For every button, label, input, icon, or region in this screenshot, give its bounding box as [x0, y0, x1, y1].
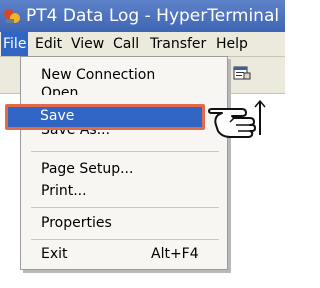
menu-item-save-as[interactable]: Save As... [41, 129, 110, 139]
menu-help[interactable]: Help [214, 32, 250, 56]
menu-item-exit[interactable]: Exit [41, 246, 68, 262]
menu-file[interactable]: File [1, 32, 29, 56]
properties-icon[interactable] [233, 64, 251, 82]
pointing-hand-icon [208, 99, 266, 138]
title-bar: PT4 Data Log - HyperTerminal [0, 0, 285, 32]
menu-item-print[interactable]: Print... [41, 183, 87, 199]
hyperterminal-window: PT4 Data Log - HyperTerminal File Edit V… [0, 0, 285, 288]
menu-item-new-connection[interactable]: New Connection [41, 67, 155, 83]
menu-item-page-setup[interactable]: Page Setup... [41, 161, 133, 177]
save-callout-highlight [5, 104, 205, 130]
menu-bar: File Edit View Call Transfer Help [0, 32, 285, 57]
menu-item-open[interactable]: Open [41, 85, 78, 95]
menu-item-properties[interactable]: Properties [41, 215, 112, 231]
file-menu-dropdown: New Connection Open Save As... Page Setu… [20, 56, 228, 270]
hyperterminal-icon [4, 9, 20, 23]
window-title: PT4 Data Log - HyperTerminal [26, 6, 280, 26]
menu-separator [31, 239, 219, 240]
menu-edit[interactable]: Edit [33, 32, 64, 56]
exit-shortcut: Alt+F4 [151, 246, 199, 262]
menu-call[interactable]: Call [111, 32, 141, 56]
menu-separator [31, 151, 219, 152]
menu-transfer[interactable]: Transfer [148, 32, 208, 56]
menu-view[interactable]: View [69, 32, 106, 56]
menu-separator [31, 207, 219, 208]
